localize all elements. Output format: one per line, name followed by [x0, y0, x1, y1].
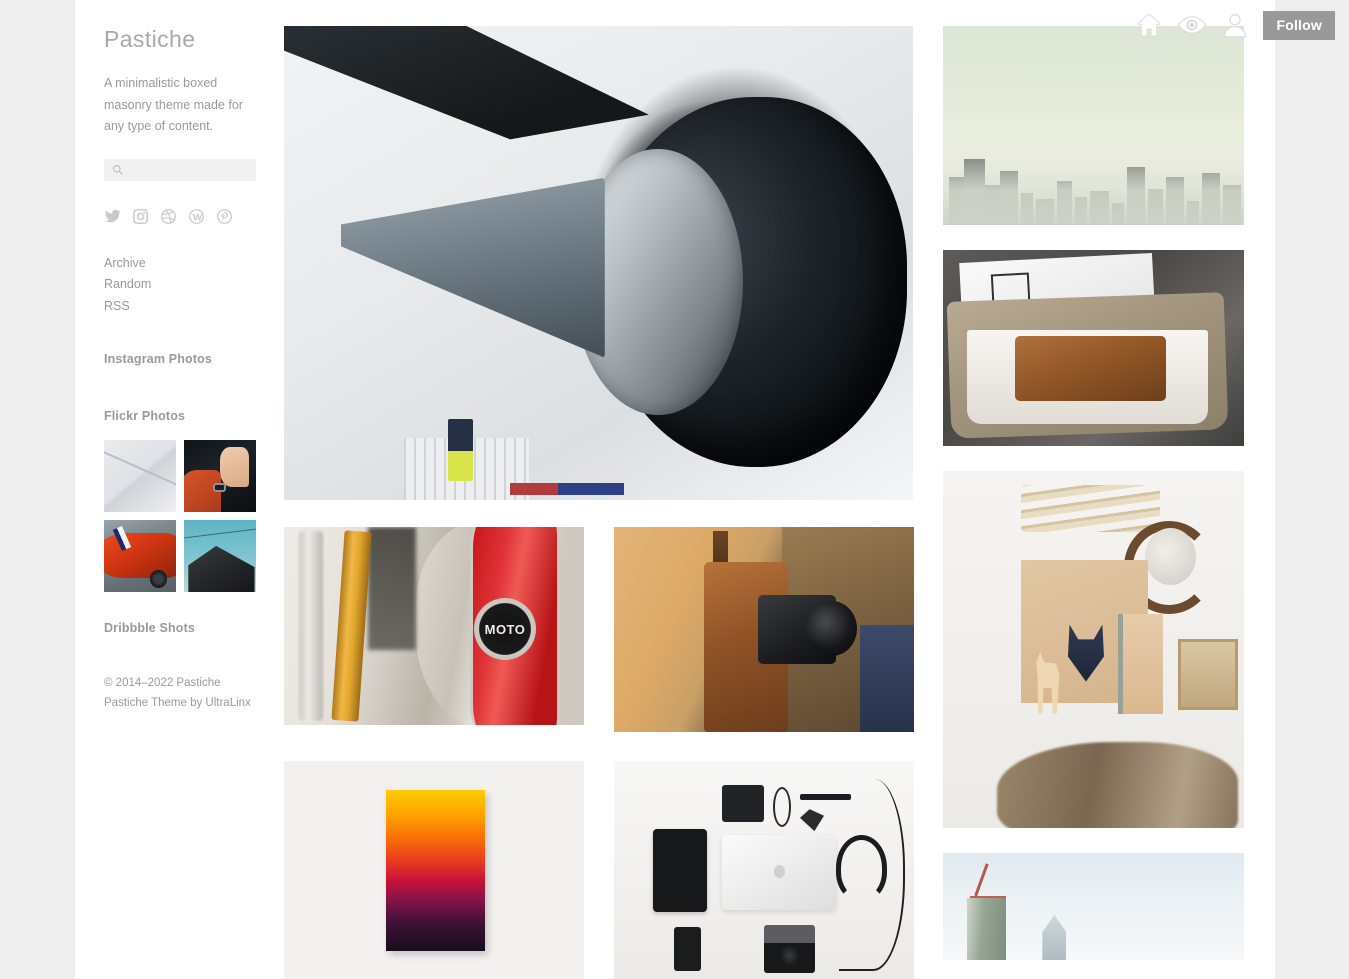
flickr-thumbnail[interactable] [184, 440, 256, 512]
post-branding-flatlay[interactable] [943, 471, 1244, 828]
post-leather-wallet[interactable] [943, 250, 1244, 446]
tech-flatlay-photo [614, 761, 914, 979]
twitter-icon[interactable] [104, 208, 121, 225]
instagram-widget: Instagram Photos [104, 352, 256, 366]
post-gradient-art[interactable] [284, 761, 584, 979]
leather-wallet-photo [943, 250, 1244, 446]
page-root: Follow Pastiche A minimalistic boxed mas… [0, 0, 1349, 979]
flickr-thumbnail-grid [104, 440, 256, 592]
right-column [943, 26, 1244, 979]
moto-badge-text: MOTO [484, 621, 526, 637]
account-icon[interactable] [1220, 10, 1250, 40]
post-construction[interactable] [943, 853, 1244, 960]
home-icon[interactable] [1134, 10, 1164, 40]
wordpress-icon[interactable] [188, 208, 205, 225]
jet-engine-photo [284, 26, 913, 500]
nav-link-random[interactable]: Random [104, 274, 256, 296]
site-description: A minimalistic boxed masonry theme made … [104, 76, 243, 133]
dribbble-icon[interactable] [160, 208, 177, 225]
gradient-artwork-photo [284, 761, 584, 979]
social-links [104, 208, 256, 225]
post-jet-engine[interactable] [284, 26, 913, 500]
city-skyline-photo [943, 26, 1244, 225]
sidebar-footer: © 2014–2022 Pastiche Pastiche Theme by U… [104, 673, 256, 713]
copyright-text: © 2014–2022 Pastiche [104, 677, 221, 689]
eye-icon[interactable] [1177, 10, 1207, 40]
flickr-thumbnail[interactable] [184, 520, 256, 592]
flickr-widget: Flickr Photos [104, 409, 256, 592]
dribbble-widget-title: Dribbble Shots [104, 621, 195, 635]
flickr-thumbnail[interactable] [104, 440, 176, 512]
motorcycle-photo: MOTO [284, 527, 584, 725]
follow-button[interactable]: Follow [1263, 10, 1335, 40]
construction-photo [943, 853, 1244, 960]
moto-badge: MOTO [474, 598, 536, 661]
branding-flatlay-photo [943, 471, 1244, 828]
flickr-thumbnail[interactable] [104, 520, 176, 592]
center-column: MOTO [284, 26, 914, 979]
site-title: Pastiche [104, 26, 196, 52]
search-input[interactable] [104, 158, 256, 181]
post-camera-bag[interactable] [614, 527, 914, 732]
top-bar: Follow [1134, 0, 1349, 50]
pinterest-icon[interactable] [216, 208, 233, 225]
post-motorcycle[interactable]: MOTO [284, 527, 584, 725]
instagram-icon[interactable] [132, 208, 149, 225]
search-box[interactable] [104, 158, 256, 181]
instagram-widget-title: Instagram Photos [104, 352, 212, 366]
camera-bag-photo [614, 527, 914, 732]
sidebar: Pastiche A minimalistic boxed masonry th… [104, 26, 256, 713]
sidebar-nav: Archive Random RSS [104, 253, 256, 318]
post-city-skyline[interactable] [943, 26, 1244, 225]
nav-link-archive[interactable]: Archive [104, 253, 256, 275]
theme-credit[interactable]: Pastiche Theme by UltraLinx [104, 693, 256, 713]
nav-link-rss[interactable]: RSS [104, 296, 256, 318]
post-tech-flatlay[interactable] [614, 761, 914, 979]
dribbble-widget: Dribbble Shots [104, 621, 256, 635]
flickr-widget-title: Flickr Photos [104, 409, 186, 423]
center-post-grid: MOTO [284, 527, 914, 979]
